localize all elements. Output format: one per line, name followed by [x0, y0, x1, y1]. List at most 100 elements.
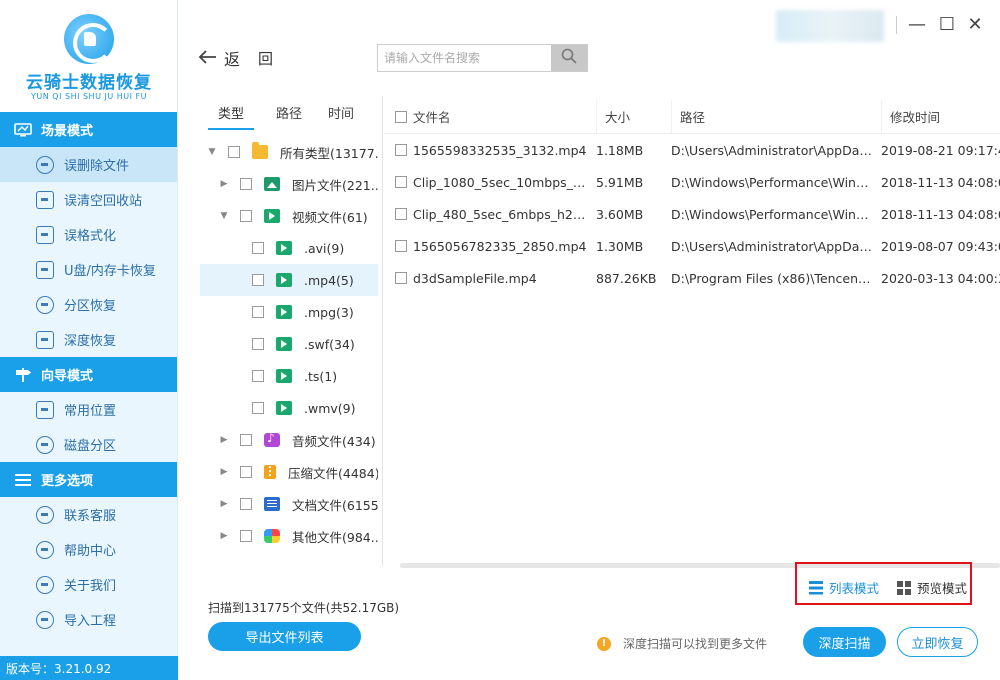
app-subtitle: YUN QI SHI SHU JU HUI FU	[31, 92, 147, 101]
tree-row-archives[interactable]: ▶ 压缩文件(4484)	[200, 456, 378, 488]
tree-checkbox[interactable]	[240, 210, 252, 222]
table-row[interactable]: 1565056782335_2850.mp4 1.30MB D:\Users\A…	[384, 230, 1000, 262]
tab-path[interactable]: 路径	[266, 100, 312, 130]
table-row[interactable]: Clip_480_5sec_6mbps_h264.... 3.60MB D:\W…	[384, 198, 1000, 230]
row-checkbox[interactable]	[394, 144, 407, 156]
close-button[interactable]: ✕	[965, 14, 985, 35]
tree-row-videos[interactable]: ▼ 视频文件(61)	[200, 200, 378, 232]
caret-right-icon[interactable]: ▶	[218, 531, 230, 541]
header-time[interactable]: 修改时间	[890, 107, 1000, 126]
caret-right-icon[interactable]: ▶	[218, 179, 230, 189]
format-disk-icon	[36, 225, 54, 244]
sidebar-item-import[interactable]: 导入工程	[0, 602, 177, 637]
signpost-icon	[14, 367, 32, 382]
caret-down-icon[interactable]: ▼	[206, 147, 218, 157]
sidebar-item-recycle-bin[interactable]: 误清空回收站	[0, 182, 177, 217]
home-button[interactable]: 回	[258, 48, 273, 69]
minimize-button[interactable]: —	[907, 14, 927, 35]
header-path[interactable]: 路径	[680, 107, 881, 126]
tree-checkbox[interactable]	[252, 338, 264, 350]
list-mode-button[interactable]: 列表模式	[809, 578, 879, 597]
video-file-icon	[276, 369, 292, 383]
table-row[interactable]: 1565598332535_3132.mp4 1.18MB D:\Users\A…	[384, 134, 1000, 166]
tree-checkbox[interactable]	[240, 530, 252, 542]
caret-right-icon[interactable]: ▶	[218, 435, 230, 445]
cell-time: 2018-11-13 04:08:07	[881, 174, 1000, 190]
column-separator	[881, 99, 882, 134]
section-label: 更多选项	[41, 474, 94, 489]
sidebar-item-common-locations[interactable]: 常用位置	[0, 392, 177, 427]
row-checkbox[interactable]	[394, 208, 407, 220]
sidebar-item-partition[interactable]: 分区恢复	[0, 287, 177, 322]
caret-right-icon[interactable]: ▶	[218, 467, 230, 477]
cell-size: 3.60MB	[596, 206, 644, 222]
tree-checkbox[interactable]	[240, 178, 252, 190]
select-all-checkbox[interactable]	[394, 110, 407, 123]
header-name[interactable]: 文件名	[413, 107, 596, 126]
cell-size: 1.18MB	[596, 142, 644, 158]
table-row[interactable]: d3dSampleFile.mp4 887.26KB D:\Program Fi…	[384, 262, 1000, 294]
tree-checkbox[interactable]	[252, 306, 264, 318]
tree-label: 视频文件(61)	[292, 209, 368, 225]
tree-row-wmv[interactable]: .wmv(9)	[200, 392, 378, 424]
search-input[interactable]	[378, 45, 551, 71]
tree-checkbox[interactable]	[240, 434, 252, 446]
sidebar-item-usb[interactable]: U盘/内存卡恢复	[0, 252, 177, 287]
tree-checkbox[interactable]	[252, 274, 264, 286]
sidebar-item-about[interactable]: 关于我们	[0, 567, 177, 602]
preview-mode-button[interactable]: 预览模式	[897, 578, 967, 597]
tree-checkbox[interactable]	[240, 466, 252, 478]
version-label: 版本号：3.21.0.92	[0, 656, 178, 680]
recycle-bin-icon	[36, 190, 54, 209]
tree-row-audio[interactable]: ▶ 音频文件(434)	[200, 424, 378, 456]
tree-row-ts[interactable]: .ts(1)	[200, 360, 378, 392]
blurred-account-area	[776, 10, 884, 42]
sidebar-item-label: 误删除文件	[64, 159, 130, 174]
tree-row-images[interactable]: ▶ 图片文件(221...	[200, 168, 378, 200]
caret-right-icon[interactable]: ▶	[218, 499, 230, 509]
back-button[interactable]: 返	[198, 46, 240, 70]
tree-row-all-types[interactable]: ▼ 所有类型(13177...	[200, 136, 378, 168]
row-checkbox[interactable]	[394, 240, 407, 252]
export-list-button[interactable]: 导出文件列表	[208, 622, 361, 651]
recover-now-button[interactable]: 立即恢复	[897, 627, 978, 657]
table-row[interactable]: Clip_1080_5sec_10mbps_h26... 5.91MB D:\W…	[384, 166, 1000, 198]
caret-down-icon[interactable]: ▼	[218, 211, 230, 221]
sidebar-item-deleted-files[interactable]: 误删除文件	[0, 147, 177, 182]
sidebar-item-disk-partition[interactable]: 磁盘分区	[0, 427, 177, 462]
tree-row-documents[interactable]: ▶ 文档文件(6155)	[200, 488, 378, 520]
image-file-icon	[264, 177, 280, 191]
tab-type[interactable]: 类型	[208, 100, 255, 130]
header-size[interactable]: 大小	[605, 107, 671, 126]
sidebar-item-contact[interactable]: 联系客服	[0, 497, 177, 532]
tree-checkbox[interactable]	[252, 242, 264, 254]
sidebar-item-deep-recover[interactable]: 深度恢复	[0, 322, 177, 357]
tree-row-mp4[interactable]: .mp4(5)	[200, 264, 378, 296]
tree-row-avi[interactable]: .avi(9)	[200, 232, 378, 264]
tree-checkbox[interactable]	[240, 498, 252, 510]
list-mode-label: 列表模式	[829, 581, 880, 596]
sidebar-item-help[interactable]: 帮助中心	[0, 532, 177, 567]
column-separator	[596, 99, 597, 134]
tree-checkbox[interactable]	[252, 370, 264, 382]
tree-row-swf[interactable]: .swf(34)	[200, 328, 378, 360]
section-more-options: 更多选项	[0, 462, 177, 497]
tree-row-other[interactable]: ▶ 其他文件(984...	[200, 520, 378, 552]
row-checkbox[interactable]	[394, 272, 407, 284]
list-view-icon	[809, 580, 823, 595]
arrow-left-icon	[198, 46, 218, 70]
tree-checkbox[interactable]	[252, 402, 264, 414]
cell-name: 1565598332535_3132.mp4	[413, 142, 587, 158]
video-file-icon	[264, 209, 280, 223]
sidebar-item-format[interactable]: 误格式化	[0, 217, 177, 252]
tree-checkbox[interactable]	[228, 146, 240, 158]
tab-time[interactable]: 时间	[318, 100, 364, 130]
tree-row-mpg[interactable]: .mpg(3)	[200, 296, 378, 328]
warning-icon: !	[597, 636, 611, 651]
maximize-button[interactable]: ☐	[937, 14, 957, 35]
row-checkbox[interactable]	[394, 176, 407, 188]
deep-scan-button[interactable]: 深度扫描	[803, 627, 886, 657]
search-button[interactable]	[551, 45, 587, 71]
tree-label: .mpg(3)	[304, 304, 354, 320]
cell-time: 2019-08-21 09:17:43	[881, 142, 1000, 158]
